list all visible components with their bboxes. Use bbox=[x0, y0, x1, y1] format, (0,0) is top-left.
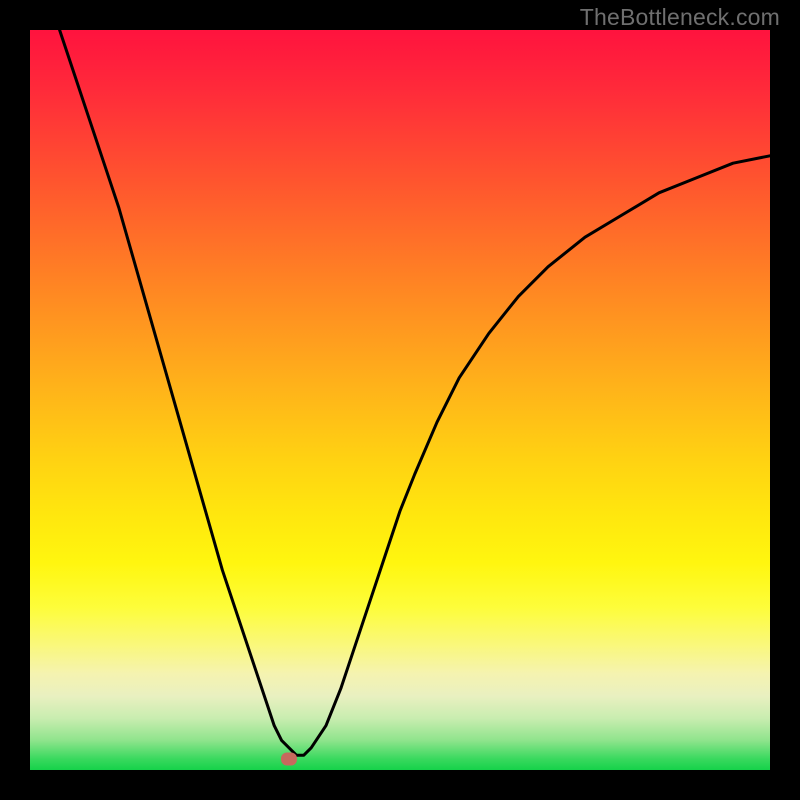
optimal-point-marker bbox=[281, 752, 297, 765]
plot-area bbox=[30, 30, 770, 770]
curve-svg bbox=[30, 30, 770, 770]
bottleneck-curve bbox=[60, 30, 770, 755]
watermark-text: TheBottleneck.com bbox=[580, 4, 780, 31]
chart-frame: TheBottleneck.com bbox=[0, 0, 800, 800]
